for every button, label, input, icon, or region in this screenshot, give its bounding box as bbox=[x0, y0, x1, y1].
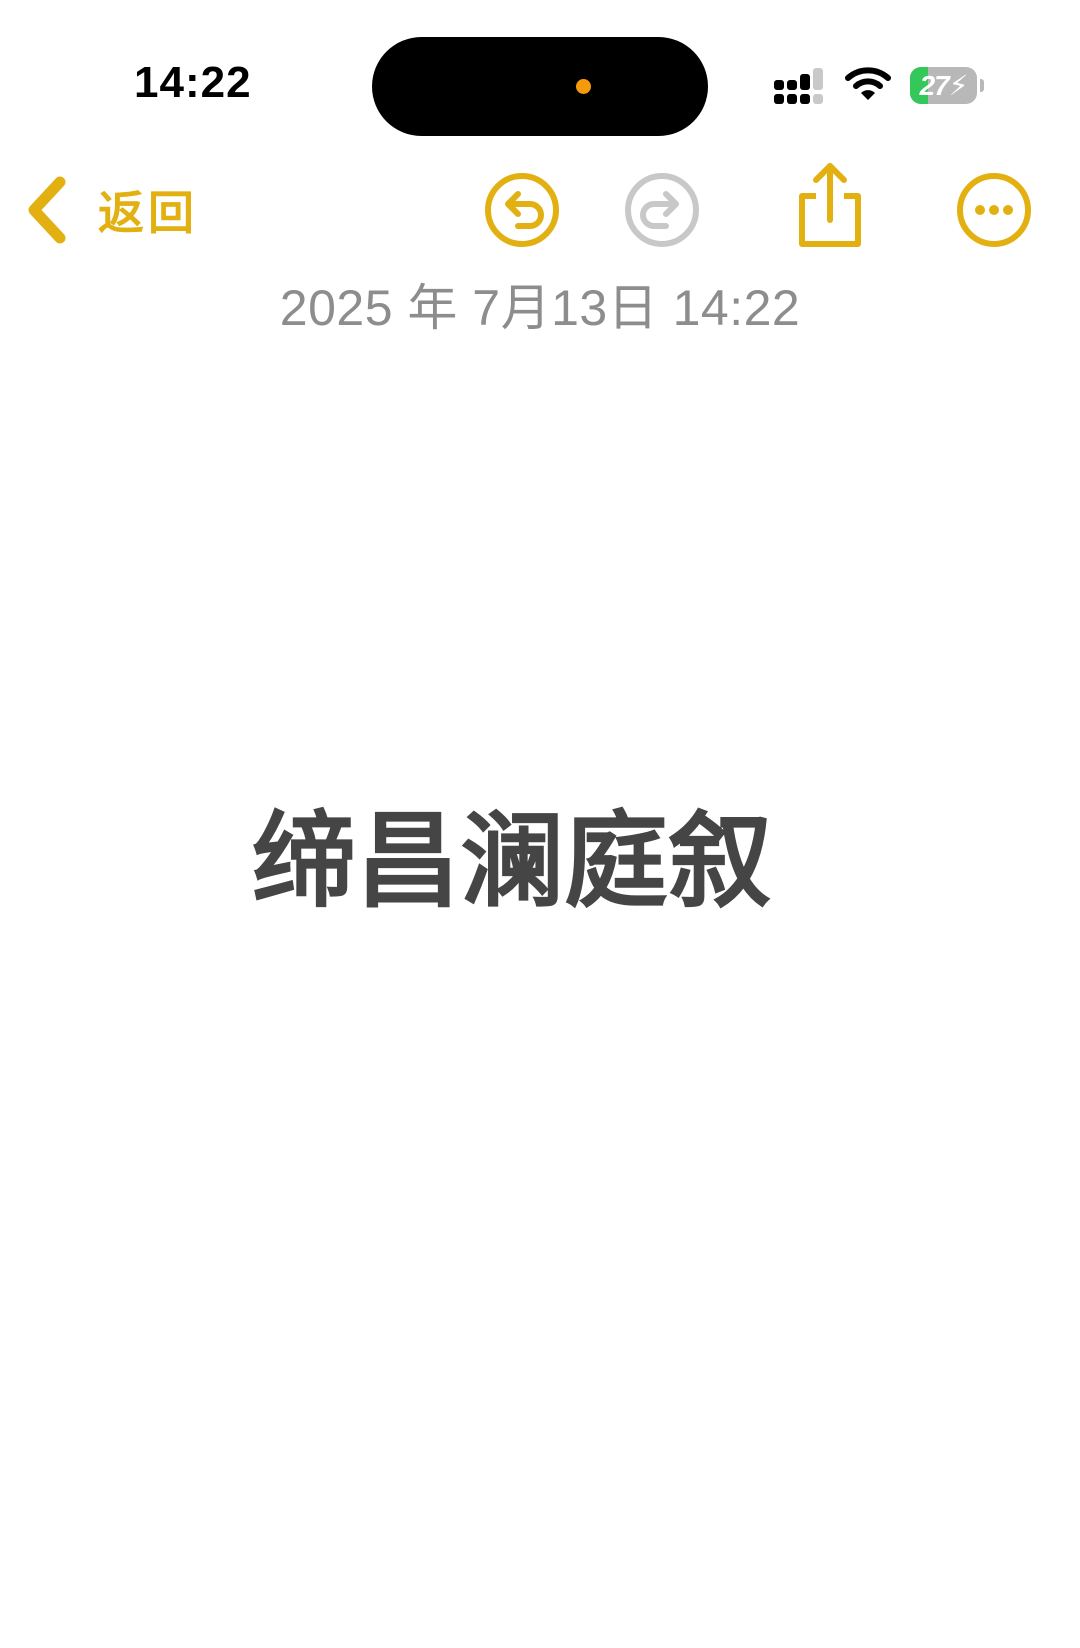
back-label: 返回 bbox=[98, 187, 198, 239]
status-time: 14:22 bbox=[134, 58, 252, 107]
note-date: 2025 年 7月13日 14:22 bbox=[279, 280, 801, 336]
battery-level: 27⚡ bbox=[919, 70, 969, 101]
note-toolbar: 返回 bbox=[0, 160, 1080, 260]
cellular-signal-icon bbox=[774, 68, 823, 104]
more-icon[interactable] bbox=[952, 168, 1036, 252]
back-button[interactable]: 返回 bbox=[22, 174, 198, 246]
back-chevron-icon bbox=[28, 176, 66, 244]
status-bar: 14:22 27⚡ bbox=[0, 0, 1080, 140]
battery-body: 27⚡ bbox=[910, 67, 977, 104]
dynamic-island bbox=[372, 37, 708, 136]
undo-icon[interactable] bbox=[480, 168, 564, 252]
redo-icon[interactable] bbox=[620, 168, 704, 252]
charging-bolt-icon: ⚡ bbox=[948, 70, 969, 101]
battery-charging-icon: 27⚡ bbox=[910, 67, 984, 104]
note-body-text[interactable]: 缔昌澜庭叙 bbox=[252, 800, 772, 925]
recording-indicator-dot bbox=[576, 79, 591, 94]
battery-cap bbox=[980, 79, 984, 92]
wifi-icon bbox=[845, 67, 891, 100]
share-icon[interactable] bbox=[788, 160, 872, 252]
